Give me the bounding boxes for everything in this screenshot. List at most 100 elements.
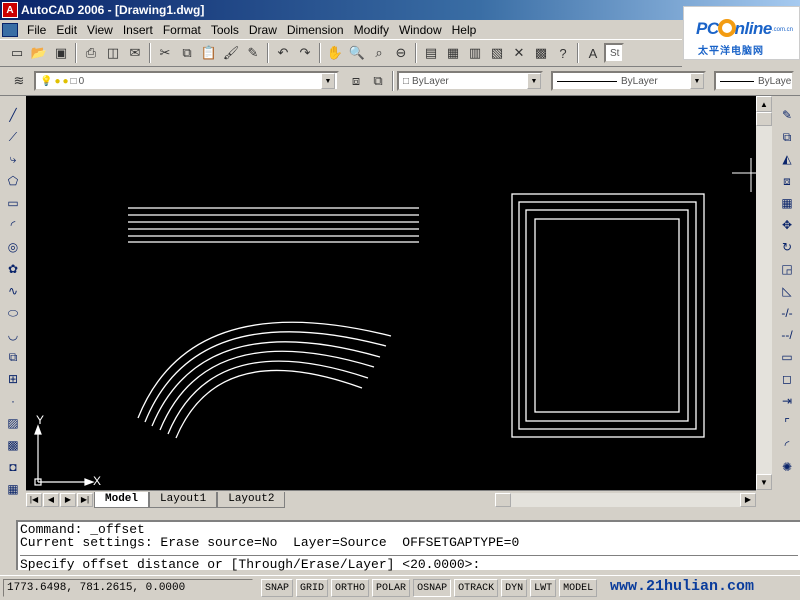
- new-icon[interactable]: ▭: [6, 42, 28, 64]
- redo-icon[interactable]: ↷: [294, 42, 316, 64]
- menu-edit[interactable]: Edit: [51, 23, 82, 37]
- chevron-down-icon[interactable]: ▼: [527, 73, 541, 89]
- move-icon[interactable]: ✥: [776, 214, 798, 236]
- match-properties-icon[interactable]: 🖌: [220, 42, 242, 64]
- tool-palettes-icon[interactable]: ▥: [464, 42, 486, 64]
- offset-arc[interactable]: [151, 341, 381, 427]
- horizontal-scroll-thumb[interactable]: [495, 492, 512, 507]
- layer-previous-icon[interactable]: ⧉: [367, 70, 389, 92]
- table-icon[interactable]: ▦: [2, 478, 24, 500]
- chevron-down-icon[interactable]: ▼: [690, 73, 704, 89]
- point-icon[interactable]: ·: [2, 390, 24, 412]
- extend-icon[interactable]: --/: [776, 324, 798, 346]
- document-icon[interactable]: [2, 22, 18, 37]
- menu-tools[interactable]: Tools: [206, 23, 244, 37]
- linetype-dropdown[interactable]: ByLayer ▼: [551, 71, 706, 91]
- print-icon[interactable]: ⎙: [80, 42, 102, 64]
- save-icon[interactable]: ▣: [50, 42, 72, 64]
- markup-icon[interactable]: ✕: [508, 42, 530, 64]
- block-editor-icon[interactable]: ✎: [242, 42, 264, 64]
- layer-manager-icon[interactable]: ≋: [8, 70, 30, 92]
- scroll-up-icon[interactable]: ▲: [756, 96, 772, 112]
- first-tab-icon[interactable]: |◀: [26, 492, 42, 507]
- grid-toggle[interactable]: GRID: [296, 579, 329, 597]
- text-style-input[interactable]: St: [604, 43, 624, 63]
- undo-icon[interactable]: ↶: [272, 42, 294, 64]
- ellipse-arc-icon[interactable]: ◡: [2, 324, 24, 346]
- autocad-app-icon[interactable]: A: [2, 2, 18, 18]
- polar-toggle[interactable]: POLAR: [372, 579, 411, 597]
- scroll-right-icon[interactable]: ▶: [740, 492, 756, 507]
- zoom-realtime-icon[interactable]: 🔍: [346, 42, 368, 64]
- vertical-scroll-thumb[interactable]: [756, 112, 772, 126]
- copy-icon[interactable]: ⧉: [176, 42, 198, 64]
- rotate-icon[interactable]: ↻: [776, 236, 798, 258]
- menu-file[interactable]: File: [22, 23, 51, 37]
- trim-icon[interactable]: -/-: [776, 302, 798, 324]
- offset-arc[interactable]: [167, 360, 369, 435]
- arc-icon[interactable]: ◜: [2, 214, 24, 236]
- menu-view[interactable]: View: [82, 23, 118, 37]
- offset-rectangle[interactable]: [534, 218, 680, 413]
- tab-model[interactable]: Model: [94, 491, 150, 508]
- fillet-icon[interactable]: ◜: [776, 434, 798, 456]
- color-dropdown[interactable]: □ ByLayer ▼: [397, 71, 543, 91]
- pan-icon[interactable]: ✋: [324, 42, 346, 64]
- offset-rectangle[interactable]: [518, 201, 697, 430]
- drawing-canvas[interactable]: Y X: [26, 96, 756, 490]
- layer-dropdown[interactable]: 💡 ● ● □ 0 ▼: [34, 71, 339, 91]
- cut-icon[interactable]: ✂: [154, 42, 176, 64]
- scroll-down-icon[interactable]: ▼: [756, 474, 772, 490]
- menu-draw[interactable]: Draw: [244, 23, 282, 37]
- insert-block-icon[interactable]: ⧉: [2, 346, 24, 368]
- coordinate-readout[interactable]: 1773.6498, 781.2615, 0.0000: [3, 579, 253, 597]
- vertical-scrollbar[interactable]: ▲ ▼: [756, 96, 772, 490]
- prev-tab-icon[interactable]: ◀: [43, 492, 59, 507]
- break-at-point-icon[interactable]: ▭: [776, 346, 798, 368]
- ortho-toggle[interactable]: ORTHO: [331, 579, 370, 597]
- zoom-previous-icon[interactable]: ⊖: [390, 42, 412, 64]
- plot-preview-icon[interactable]: ◫: [102, 42, 124, 64]
- region-icon[interactable]: ◘: [2, 456, 24, 478]
- text-style-icon[interactable]: A: [582, 42, 604, 64]
- properties-icon[interactable]: ▤: [420, 42, 442, 64]
- command-prompt[interactable]: Specify offset distance or [Through/Eras…: [20, 555, 798, 571]
- publish-icon[interactable]: ✉: [124, 42, 146, 64]
- design-center-icon[interactable]: ▦: [442, 42, 464, 64]
- tab-layout1[interactable]: Layout1: [149, 491, 218, 508]
- dyn-toggle[interactable]: DYN: [501, 579, 528, 597]
- scale-icon[interactable]: ◲: [776, 258, 798, 280]
- mirror-icon[interactable]: ◭: [776, 148, 798, 170]
- menu-insert[interactable]: Insert: [118, 23, 158, 37]
- copy-object-icon[interactable]: ⧉: [776, 126, 798, 148]
- lwt-toggle[interactable]: LWT: [530, 579, 557, 597]
- model-toggle[interactable]: MODEL: [559, 579, 598, 597]
- hatch-icon[interactable]: ▨: [2, 412, 24, 434]
- offset-arc[interactable]: [159, 350, 375, 431]
- menu-format[interactable]: Format: [158, 23, 206, 37]
- offset-rectangle[interactable]: [525, 209, 689, 422]
- construction-line-icon[interactable]: ⟋: [2, 126, 24, 148]
- open-icon[interactable]: 📂: [28, 42, 50, 64]
- menu-dimension[interactable]: Dimension: [282, 23, 349, 37]
- last-tab-icon[interactable]: ▶|: [77, 492, 93, 507]
- lineweight-dropdown[interactable]: ByLayer: [714, 71, 794, 91]
- break-icon[interactable]: ◻: [776, 368, 798, 390]
- polygon-icon[interactable]: ⬠: [2, 170, 24, 192]
- circle-icon[interactable]: ◎: [2, 236, 24, 258]
- polyline-icon[interactable]: ⤷: [2, 148, 24, 170]
- horizontal-scrollbar[interactable]: ▶: [495, 492, 756, 507]
- otrack-toggle[interactable]: OTRACK: [454, 579, 499, 597]
- array-icon[interactable]: ▦: [776, 192, 798, 214]
- command-window[interactable]: Command: _offset Current settings: Erase…: [16, 520, 800, 571]
- sheet-set-icon[interactable]: ▧: [486, 42, 508, 64]
- help-icon[interactable]: ?: [552, 42, 574, 64]
- join-icon[interactable]: ⇥: [776, 390, 798, 412]
- erase-icon[interactable]: ✎: [776, 104, 798, 126]
- gradient-icon[interactable]: ▩: [2, 434, 24, 456]
- offset-rectangle[interactable]: [511, 193, 705, 438]
- rectangle-icon[interactable]: ▭: [2, 192, 24, 214]
- chamfer-icon[interactable]: ⌜: [776, 412, 798, 434]
- menu-modify[interactable]: Modify: [349, 23, 394, 37]
- line-icon[interactable]: ╱: [2, 104, 24, 126]
